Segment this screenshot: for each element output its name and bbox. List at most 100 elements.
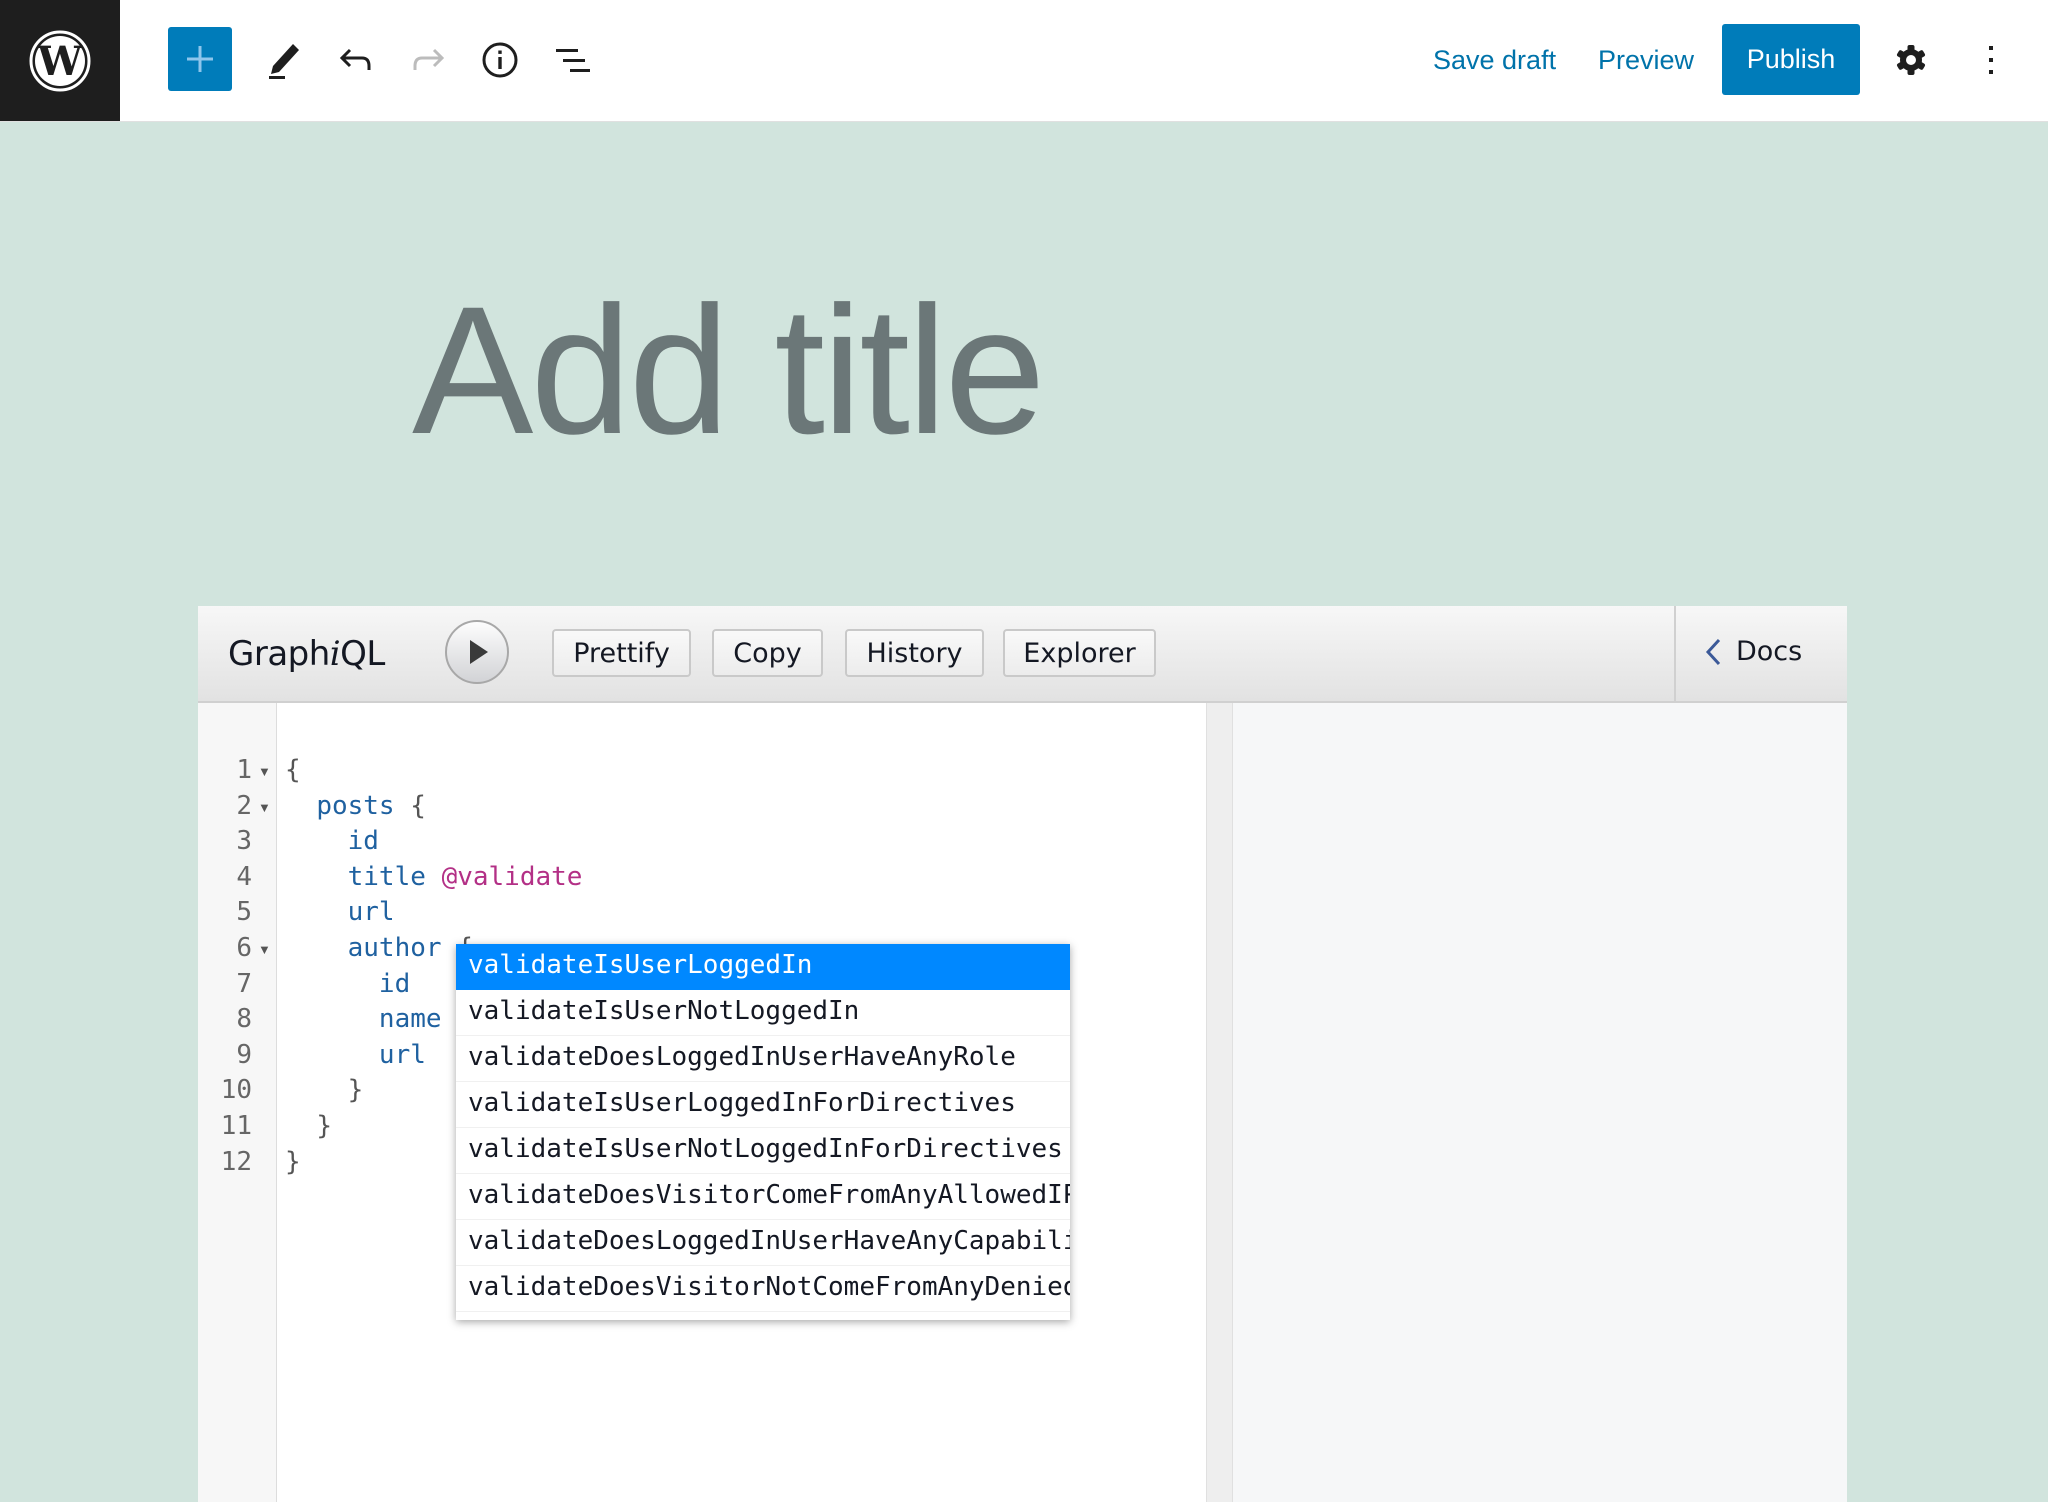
play-icon xyxy=(470,640,488,664)
docs-label: Docs xyxy=(1736,636,1803,667)
line-number: 9 xyxy=(236,1039,252,1070)
autocomplete-item[interactable]: validateDoesVisitorNotComeFromAnyDeniedI… xyxy=(456,1266,1070,1312)
save-draft-button[interactable]: Save draft xyxy=(1433,38,1556,82)
info-icon xyxy=(482,42,518,78)
tools-button[interactable] xyxy=(259,36,307,84)
code-token-field: url xyxy=(378,1039,426,1070)
line-number-gutter: 1 ▼ 2 ▼ 3 4 5 6 ▼ 7 8 9 10 11 12 xyxy=(198,703,277,1502)
line-number: 3 xyxy=(236,826,252,857)
line-number: 12 xyxy=(220,1146,252,1177)
plus-icon xyxy=(187,46,213,72)
graphiql-logo-italic: i xyxy=(329,634,341,674)
more-vertical-icon xyxy=(1989,46,1993,74)
block-inserter-button[interactable] xyxy=(168,27,232,91)
redo-button[interactable] xyxy=(404,36,452,84)
line-number: 4 xyxy=(236,861,252,892)
code-token-field: id xyxy=(378,968,411,999)
line-number: 8 xyxy=(236,1004,252,1035)
explorer-button[interactable]: Explorer xyxy=(1003,629,1156,677)
code-token-directive: @validate xyxy=(441,861,583,892)
chevron-left-icon xyxy=(1705,638,1721,665)
autocomplete-item[interactable]: validateDoesLoggedInUserHaveAnyCapabilit… xyxy=(456,1220,1070,1266)
code-token-punct: } xyxy=(316,1111,332,1141)
settings-button[interactable] xyxy=(1887,36,1935,84)
fold-toggle-icon[interactable]: ▼ xyxy=(258,789,271,824)
execute-query-button[interactable] xyxy=(445,620,509,684)
autocomplete-item[interactable]: validateDoesLoggedInUserHaveAnyRoleForDi… xyxy=(456,1312,1070,1320)
line-number: 10 xyxy=(220,1075,252,1106)
code-line[interactable]: url xyxy=(285,1038,426,1073)
gear-icon xyxy=(1896,45,1926,75)
autocomplete-dropdown: validateIsUserLoggedIn validateIsUserNotL… xyxy=(456,944,1070,1320)
more-options-button[interactable] xyxy=(1967,36,2015,84)
code-token-field: name xyxy=(378,1004,442,1035)
code-line[interactable]: url xyxy=(285,895,395,930)
publish-button[interactable]: Publish xyxy=(1722,24,1860,95)
code-token-punct: } xyxy=(347,1075,364,1106)
line-number: 5 xyxy=(236,897,252,928)
code-token-punct: { xyxy=(394,790,426,821)
preview-button[interactable]: Preview xyxy=(1598,38,1694,82)
history-button[interactable]: History xyxy=(845,629,984,677)
code-token-punct: } xyxy=(285,1146,301,1177)
list-view-button[interactable] xyxy=(548,36,596,84)
code-token-punct xyxy=(426,862,442,892)
code-token-field: author xyxy=(347,933,442,963)
code-token-field: id xyxy=(347,826,379,857)
prettify-button[interactable]: Prettify xyxy=(552,629,691,677)
code-line[interactable]: } xyxy=(285,1109,332,1144)
graphiql-toolbar: GraphiQL Prettify Copy History Explorer … xyxy=(198,606,1847,703)
code-token-field: posts xyxy=(316,790,395,821)
autocomplete-item[interactable]: validateIsUserNotLoggedInForDirectives xyxy=(456,1128,1070,1174)
code-line[interactable]: posts { xyxy=(285,789,426,824)
docs-button[interactable]: Docs xyxy=(1704,636,1802,667)
details-button[interactable] xyxy=(476,36,524,84)
line-number: 2 xyxy=(236,790,252,821)
wordpress-logo[interactable]: W xyxy=(0,0,120,121)
docs-section: Docs xyxy=(1674,606,1849,701)
autocomplete-item[interactable]: validateIsUserLoggedInForDirectives xyxy=(456,1082,1070,1128)
autocomplete-item[interactable]: validateIsUserNotLoggedIn xyxy=(456,990,1070,1036)
redo-icon xyxy=(413,48,445,70)
code-line[interactable]: id xyxy=(285,967,410,1002)
line-number: 6 xyxy=(236,933,252,963)
code-token-field: title xyxy=(347,861,426,892)
result-pane xyxy=(1233,703,1847,1502)
code-line[interactable]: name xyxy=(285,1002,442,1037)
code-line[interactable]: id xyxy=(285,824,379,859)
line-number: 11 xyxy=(220,1111,252,1141)
fold-toggle-icon[interactable]: ▼ xyxy=(258,753,271,788)
pencil-icon xyxy=(269,44,299,79)
graphiql-logo: GraphiQL xyxy=(228,634,385,674)
code-line[interactable]: author { xyxy=(285,931,473,966)
code-token-punct: { xyxy=(285,755,301,785)
autocomplete-item[interactable]: validateDoesVisitorComeFromAnyAllowedIP xyxy=(456,1174,1070,1220)
list-view-icon xyxy=(556,49,590,72)
undo-button[interactable] xyxy=(332,36,380,84)
graphiql-logo-prefix: Graph xyxy=(228,634,330,674)
graphiql-logo-suffix: QL xyxy=(340,634,385,674)
code-line[interactable]: } xyxy=(285,1073,364,1108)
code-line[interactable]: { xyxy=(285,753,301,788)
undo-icon xyxy=(339,48,371,70)
code-line[interactable]: title @validate xyxy=(285,860,583,895)
fold-toggle-icon[interactable]: ▼ xyxy=(258,931,271,966)
pane-resize-handle[interactable] xyxy=(1206,703,1233,1502)
editor-header: W Save draft Preview Publish xyxy=(0,0,2048,122)
svg-text:W: W xyxy=(37,38,84,85)
autocomplete-item-selected[interactable]: validateIsUserLoggedIn xyxy=(456,944,1070,990)
post-title-input[interactable]: Add title xyxy=(412,265,1046,475)
line-number: 1 xyxy=(236,755,252,785)
line-number: 7 xyxy=(236,968,252,999)
autocomplete-item[interactable]: validateDoesLoggedInUserHaveAnyRole xyxy=(456,1036,1070,1082)
code-line[interactable]: } xyxy=(285,1145,301,1180)
copy-button[interactable]: Copy xyxy=(712,629,823,677)
